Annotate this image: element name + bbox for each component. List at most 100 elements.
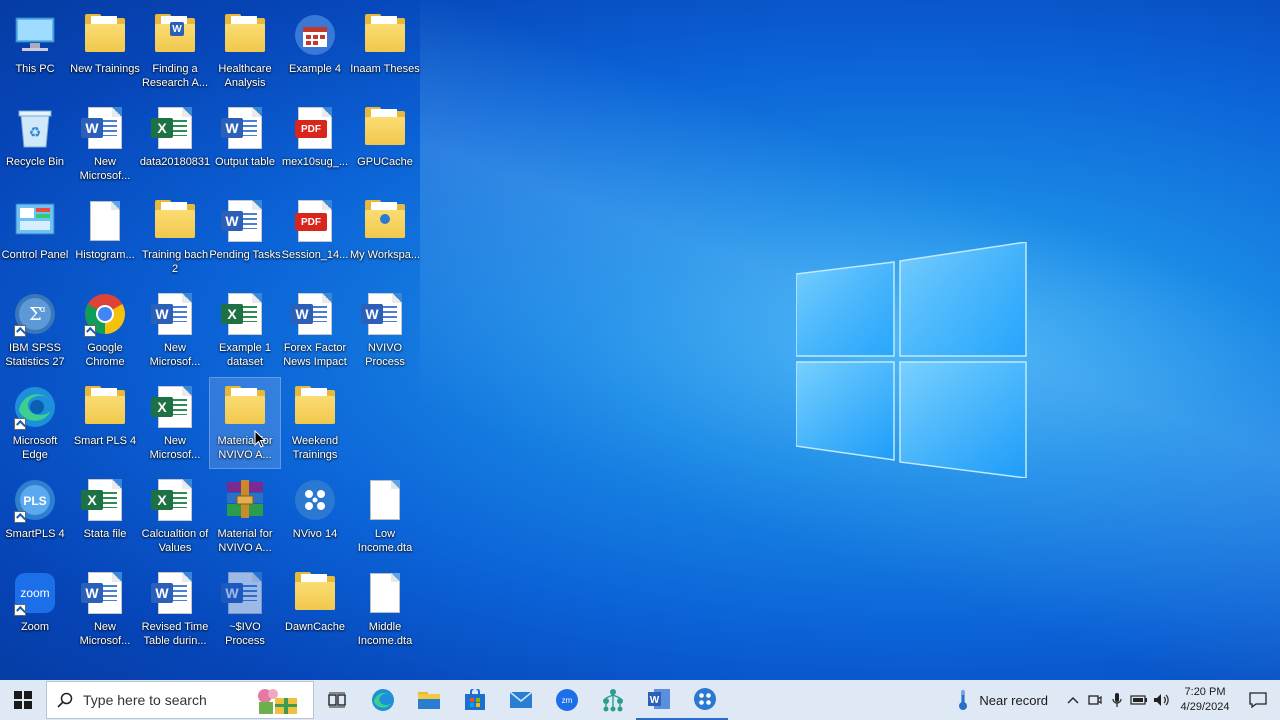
desktop-icon-histogram[interactable]: Histogram...: [70, 192, 140, 282]
desktop-icon-mex10sug[interactable]: PDF mex10sug_...: [280, 99, 350, 189]
store-icon: [465, 689, 485, 710]
taskbar-file-explorer[interactable]: [406, 680, 452, 720]
desktop-icon-example-4[interactable]: Example 4: [280, 6, 350, 96]
desktop-icon-new-trainings[interactable]: New Trainings: [70, 6, 140, 96]
desktop-icon-new-word-doc[interactable]: W New Microsof...: [70, 99, 140, 189]
desktop-icon-session-14[interactable]: PDF Session_14...: [280, 192, 350, 282]
desktop-icon-revised-time-table[interactable]: W Revised Time Table durin...: [140, 564, 210, 654]
battery-button[interactable]: [1128, 694, 1150, 706]
desktop-icon-microsoft-edge[interactable]: Microsoft Edge: [0, 378, 70, 468]
desktop-icon-google-chrome[interactable]: Google Chrome: [70, 285, 140, 375]
nvivo-icon: [292, 477, 338, 523]
search-highlight-gift-icon: [258, 689, 297, 714]
show-hidden-icons-button[interactable]: [1062, 696, 1084, 704]
desktop-icon-pending-tasks[interactable]: W Pending Tasks: [209, 192, 281, 282]
taskbar-search-box[interactable]: Type here to search: [46, 681, 314, 719]
icon-label: SmartPLS 4: [5, 528, 65, 540]
excel-document-icon: X: [151, 105, 198, 151]
desktop-icon-output-table[interactable]: W Output table: [210, 99, 280, 189]
icon-label: Stata file: [83, 528, 127, 540]
desktop-icon-forex-factor[interactable]: W Forex Factor News Impact: [280, 285, 350, 375]
mail-icon: [509, 691, 533, 708]
icon-label: Low Income.dta: [357, 528, 413, 554]
desktop-icon-material-nvivo-folder[interactable]: Material for NVIVO A...: [209, 377, 281, 469]
desktop-icon-this-pc[interactable]: This PC: [0, 6, 70, 96]
mouse-cursor-icon: [254, 430, 266, 448]
desktop-icon-example-1-dataset[interactable]: X Example 1 dataset: [210, 285, 280, 375]
volume-button[interactable]: [1150, 693, 1174, 707]
word-icon: W: [648, 689, 670, 709]
word-document-icon: W: [361, 291, 408, 337]
desktop-icon-healthcare-analysis[interactable]: Healthcare Analysis: [210, 6, 280, 96]
folder-icon: [362, 12, 408, 58]
desktop-icon-zoom[interactable]: zoom Zoom: [0, 564, 70, 654]
taskbar-edge[interactable]: [360, 680, 406, 720]
folder-icon: [362, 105, 408, 151]
edge-icon: [372, 689, 394, 711]
desktop-icon-control-panel[interactable]: Control Panel: [0, 192, 70, 282]
folder-icon: [292, 570, 338, 616]
icon-label: This PC: [15, 63, 55, 75]
desktop-icon-ibm-spss[interactable]: Σα IBM SPSS Statistics 27: [0, 285, 70, 375]
desktop-icon-new-excel-doc[interactable]: X New Microsof...: [140, 378, 210, 468]
desktop-icon-my-workspace[interactable]: My Workspa...: [350, 192, 420, 282]
desktop-icon-stata-file[interactable]: X Stata file: [70, 471, 140, 561]
start-button[interactable]: [0, 680, 46, 720]
desktop-icon-recycle-bin[interactable]: ♻ Recycle Bin: [0, 99, 70, 189]
word-document-icon: W: [221, 570, 268, 616]
notification-center-button[interactable]: [1236, 692, 1280, 708]
taskbar-mail[interactable]: [498, 680, 544, 720]
icon-label: Control Panel: [1, 249, 69, 261]
desktop-icon-new-word-doc-3[interactable]: W New Microsof...: [70, 564, 140, 654]
desktop-icon-material-nvivo-archive[interactable]: Material for NVIVO A...: [210, 471, 280, 561]
desktop-icon-inaam-theses[interactable]: Inaam Theses: [350, 6, 420, 96]
shortcut-arrow-icon: [14, 418, 26, 430]
shortcut-arrow-icon: [14, 604, 26, 616]
svg-text:W: W: [650, 695, 660, 706]
desktop-icon-new-word-doc-2[interactable]: W New Microsof...: [140, 285, 210, 375]
weather-widget[interactable]: Near record: [955, 689, 1048, 711]
svg-text:α: α: [40, 304, 45, 314]
desktop-icon-temp-nvivo-process[interactable]: W ~$IVO Process: [210, 564, 280, 654]
volume-icon: [1154, 694, 1169, 706]
clock-date: 4/29/2024: [1180, 701, 1230, 713]
taskbar-zoom[interactable]: zm: [544, 680, 590, 720]
battery-plugged-icon: [1130, 695, 1147, 705]
clock-time: 7:20 PM: [1184, 686, 1226, 698]
desktop-icon-dawncache[interactable]: DawnCache: [280, 564, 350, 654]
icon-label: New Microsof...: [79, 156, 131, 182]
zoom-icon: zoom: [12, 570, 58, 616]
desktop-icon-nvivo-process[interactable]: W NVIVO Process: [350, 285, 420, 375]
thermometer-icon: [959, 690, 968, 710]
icon-label: Healthcare Analysis: [218, 63, 272, 89]
task-view-button[interactable]: [314, 680, 360, 720]
icon-label: Smart PLS 4: [73, 435, 137, 447]
microphone-button[interactable]: [1106, 692, 1128, 708]
desktop-icon-smart-pls-4-folder[interactable]: Smart PLS 4: [70, 378, 140, 468]
icon-label: Material for NVIVO A...: [217, 435, 273, 461]
svg-text:PLS: PLS: [23, 494, 46, 508]
desktop-icon-smartpls-4[interactable]: PLS SmartPLS 4: [0, 471, 70, 561]
chrome-icon: [82, 291, 128, 337]
desktop-icon-weekend-trainings[interactable]: Weekend Trainings: [280, 378, 350, 468]
desktop-icon-middle-income-dta[interactable]: Middle Income.dta: [350, 564, 420, 654]
clock[interactable]: 7:20 PM 4/29/2024: [1174, 685, 1236, 715]
desktop-icon-finding-research[interactable]: W Finding a Research A...: [140, 6, 210, 96]
desktop-icon-gpucache[interactable]: GPUCache: [350, 99, 420, 189]
icon-label: Material for NVIVO A...: [217, 528, 273, 554]
word-document-icon: W: [291, 291, 338, 337]
desktop-icon-calculation-values[interactable]: X Calcualtion of Values: [140, 471, 210, 561]
meet-now-button[interactable]: [1084, 693, 1106, 707]
taskbar-nvivo[interactable]: [682, 680, 728, 720]
word-document-icon: W: [151, 291, 198, 337]
taskbar-store[interactable]: [452, 680, 498, 720]
desktop-icon-data20180831[interactable]: X data20180831: [140, 99, 210, 189]
desktop-icon-low-income-dta[interactable]: Low Income.dta: [350, 471, 420, 561]
icon-label: Session_14...: [281, 249, 349, 261]
taskbar-network-app[interactable]: [590, 680, 636, 720]
desktop-icon-training-bach-2[interactable]: Training bach 2: [140, 192, 210, 282]
desktop-icon-nvivo-14[interactable]: NVivo 14: [280, 471, 350, 561]
icon-label: New Microsof...: [149, 342, 201, 368]
icon-label: Weekend Trainings: [291, 435, 339, 461]
taskbar-word[interactable]: W: [636, 680, 682, 720]
